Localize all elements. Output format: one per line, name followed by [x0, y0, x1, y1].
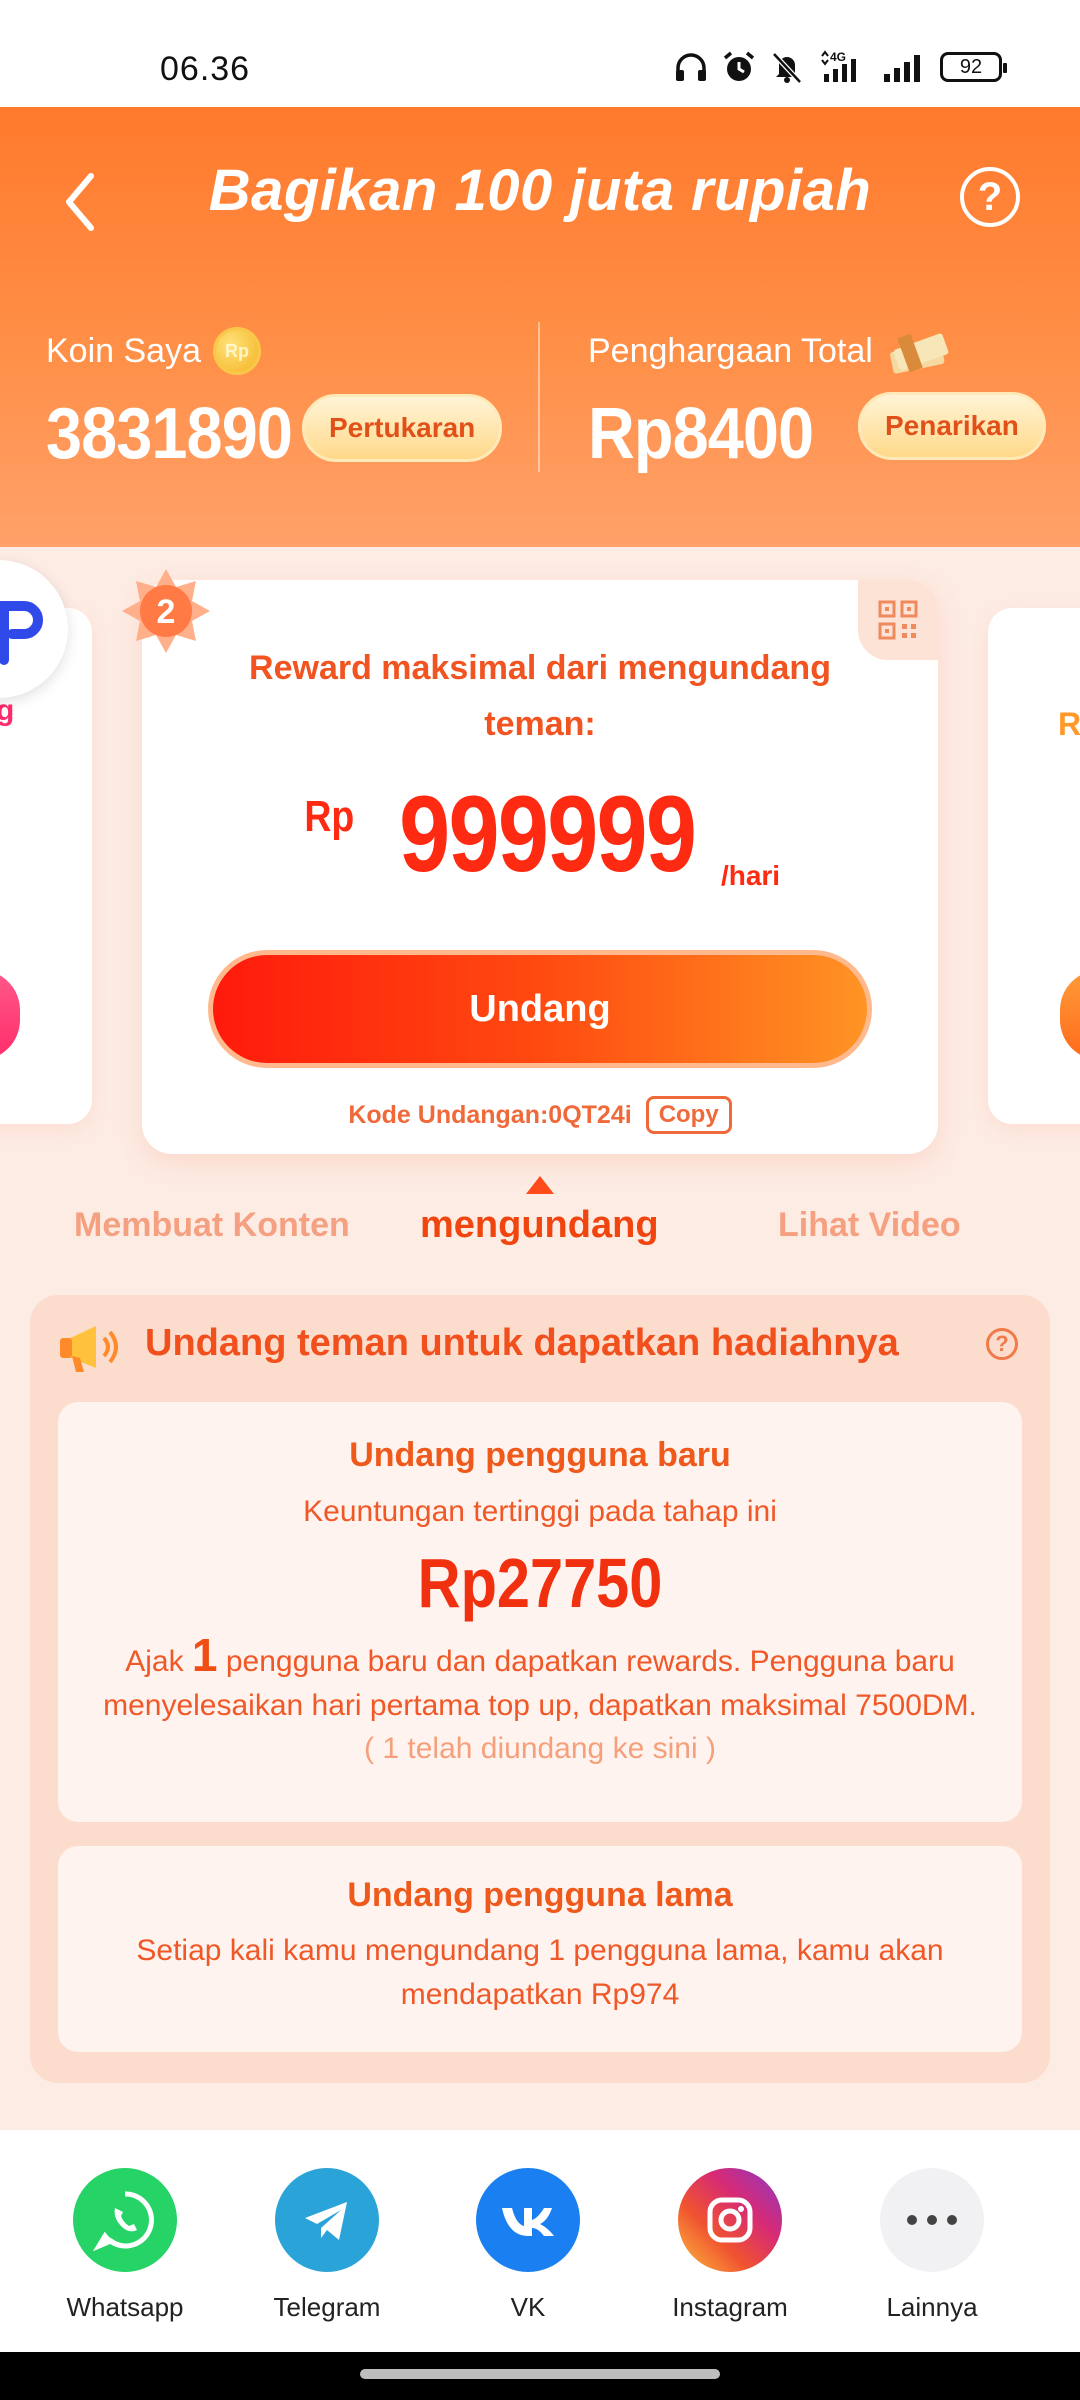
share-label-whatsapp: Whatsapp: [66, 2292, 184, 2322]
reward-heading: Reward maksimal dari mengundang teman:: [249, 649, 831, 743]
reward-amount: 999999: [398, 773, 697, 894]
money-stack-icon: [889, 333, 949, 374]
battery-indicator: 92: [940, 52, 1007, 82]
svg-text:4G: 4G: [830, 50, 846, 64]
invite-code-row: Kode Undangan:0QT24i Copy: [0, 1096, 1080, 1134]
vk-icon: [476, 2168, 580, 2272]
old-users-title: Undang pengguna lama: [347, 1876, 733, 1914]
telegram-icon: [275, 2168, 379, 2272]
tab-invite[interactable]: mengundang: [420, 1204, 659, 1247]
prev-card-text: g: [0, 694, 15, 727]
panel-help-icon[interactable]: ?: [986, 1328, 1018, 1360]
instagram-icon: [678, 2168, 782, 2272]
share-vk[interactable]: VK: [453, 2168, 603, 2323]
tab-watch-video[interactable]: Lihat Video: [778, 1206, 961, 1245]
old-users-card: Undang pengguna lama Setiap kali kamu me…: [58, 1846, 1022, 2052]
share-more[interactable]: Lainnya: [857, 2168, 1007, 2323]
max-reward: Rp 999999 /hari: [0, 780, 1080, 892]
coins-label-row: Koin Saya Rp: [46, 327, 319, 375]
help-icon[interactable]: ?: [960, 167, 1020, 227]
share-label-vk: VK: [510, 2292, 546, 2322]
qr-code-icon: [878, 600, 918, 640]
coins-value: 3831890: [46, 394, 293, 474]
share-label-instagram: Instagram: [672, 2292, 788, 2322]
invite-code: Kode Undangan:0QT24i: [348, 1100, 632, 1129]
alarm-icon: [723, 51, 755, 81]
reward-currency: Rp: [304, 792, 355, 841]
new-users-amount-wrap: Rp27750: [58, 1543, 1022, 1623]
copy-button[interactable]: Copy: [645, 1096, 732, 1134]
whatsapp-icon: [73, 2168, 177, 2272]
new-users-subtitle: Keuntungan tertinggi pada tahap ini: [303, 1495, 777, 1528]
coin-icon: Rp: [213, 327, 261, 375]
panel-title: Undang teman untuk dapatkan hadiahnya: [145, 1322, 899, 1364]
tab-create-content[interactable]: Membuat Konten: [74, 1206, 350, 1245]
new-users-desc-line1: Ajak 1 pengguna baru dan dapatkan reward…: [58, 1632, 1022, 1684]
app-logo-icon: [0, 601, 43, 665]
badge-number: 2: [157, 593, 176, 631]
header-divider: [538, 322, 540, 472]
more-icon: [880, 2168, 984, 2272]
status-icons: 4G 92: [674, 50, 1007, 84]
page-title: Bagikan 100 juta rupiah: [208, 158, 872, 223]
home-indicator[interactable]: [360, 2369, 720, 2379]
header: Bagikan 100 juta rupiah ? Koin Saya Rp 3…: [0, 107, 1080, 547]
signal-bars-icon: [884, 55, 920, 82]
signal-4g-icon: 4G: [821, 50, 856, 82]
tab-bar: Membuat Konten mengundang Lihat Video: [0, 1200, 1080, 1260]
share-whatsapp[interactable]: Whatsapp: [50, 2168, 200, 2323]
coins-label: Koin Saya: [46, 331, 201, 370]
status-time: 06.36: [160, 50, 251, 88]
new-users-title: Undang pengguna baru: [349, 1436, 731, 1474]
share-label-more: Lainnya: [886, 2292, 978, 2322]
share-telegram[interactable]: Telegram: [252, 2168, 402, 2323]
new-users-amount: Rp27750: [417, 1544, 663, 1622]
withdraw-button[interactable]: Penarikan: [858, 392, 1046, 460]
share-label-telegram: Telegram: [273, 2292, 381, 2322]
exchange-button[interactable]: Pertukaran: [302, 394, 503, 462]
new-users-desc-suffix: pengguna baru dan dapatkan rewards. Peng…: [225, 1645, 955, 1678]
mute-bell-icon: [772, 52, 802, 84]
reward-label: Penghargaan Total: [588, 331, 873, 370]
headphones-icon: [676, 53, 706, 81]
reward-label-row: Penghargaan Total: [588, 327, 955, 375]
status-bar: 06.36 4G 92: [0, 0, 1080, 107]
invited-status: ( 1 telah diundang ke sini ): [364, 1732, 716, 1765]
old-users-desc-line2: mendapatkan Rp974: [400, 1978, 680, 2011]
new-users-count: 1: [191, 1629, 218, 1681]
next-card-text: Re: [1058, 706, 1080, 742]
new-users-card: Undang pengguna baru Keuntungan tertingg…: [58, 1402, 1022, 1822]
new-users-desc-prefix: Ajak: [125, 1645, 184, 1678]
coins-stat: Koin Saya Rp 3831890: [46, 327, 319, 475]
megaphone-icon: [60, 1326, 118, 1372]
reward-unit: /hari: [720, 860, 781, 891]
share-instagram[interactable]: Instagram: [655, 2168, 805, 2323]
rank-badge-icon: 2: [122, 569, 210, 653]
invite-button[interactable]: Undang: [208, 950, 872, 1068]
new-users-desc-line2: menyelesaikan hari pertama top up, dapat…: [103, 1689, 977, 1722]
old-users-desc-line1: Setiap kali kamu mengundang 1 pengguna l…: [136, 1934, 944, 1967]
active-tab-indicator: [526, 1176, 554, 1194]
